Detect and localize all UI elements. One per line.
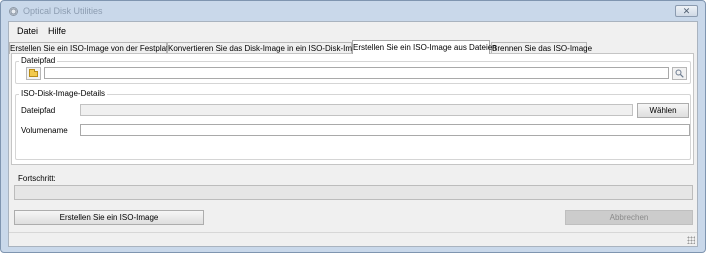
tab-label: Brennen Sie das ISO-Image [492, 44, 593, 53]
close-icon: ✕ [682, 5, 691, 16]
open-folder-button[interactable] [26, 67, 41, 80]
folder-icon [29, 68, 38, 77]
source-group-label: Dateipfad [19, 56, 58, 65]
cancel-button[interactable]: Abbrechen [565, 210, 693, 225]
progress-bar [14, 185, 693, 200]
file-path-label: Dateipfad [21, 106, 56, 115]
search-button[interactable] [672, 67, 687, 80]
tab-label: Konvertieren Sie das Disk-Image in ein I… [168, 44, 366, 53]
menu-bar: Datei Hilfe [9, 22, 697, 39]
status-bar [9, 232, 697, 246]
tab-label: Erstellen Sie ein ISO-Image von der Fest… [10, 44, 175, 53]
app-disc-icon [9, 7, 18, 16]
iso-details-group: ISO-Disk-Image-Details Dateipfad Wählen … [15, 89, 691, 160]
menu-hilfe[interactable]: Hilfe [48, 26, 66, 36]
window-title: Optical Disk Utilities [23, 6, 103, 16]
tab-iso-from-files[interactable]: Erstellen Sie ein ISO-Image aus Dateien [352, 40, 497, 54]
source-path-input[interactable] [44, 67, 669, 79]
menu-datei[interactable]: Datei [17, 26, 38, 36]
title-bar[interactable]: Optical Disk Utilities ✕ [1, 1, 705, 21]
resize-grip-icon[interactable] [687, 236, 695, 244]
close-button[interactable]: ✕ [675, 5, 698, 17]
source-path-group: Dateipfad [15, 56, 691, 84]
iso-file-path-field[interactable] [80, 104, 633, 116]
choose-button[interactable]: Wählen [637, 103, 689, 118]
volume-name-input[interactable] [80, 124, 690, 136]
client-area: Datei Hilfe Erstellen Sie ein ISO-Image … [8, 21, 698, 247]
tab-strip: Erstellen Sie ein ISO-Image von der Fest… [9, 40, 697, 54]
details-group-label: ISO-Disk-Image-Details [19, 89, 108, 98]
volume-name-label: Volumename [21, 126, 68, 135]
create-iso-button[interactable]: Erstellen Sie ein ISO-Image [14, 210, 204, 225]
app-window: Optical Disk Utilities ✕ Datei Hilfe Ers… [0, 0, 706, 253]
tab-label: Erstellen Sie ein ISO-Image aus Dateien [353, 43, 497, 52]
tab-page: Dateipfad ISO-Disk-Image-Details Dateipf… [11, 53, 694, 165]
progress-label: Fortschritt: [18, 174, 56, 183]
search-icon [675, 69, 684, 78]
